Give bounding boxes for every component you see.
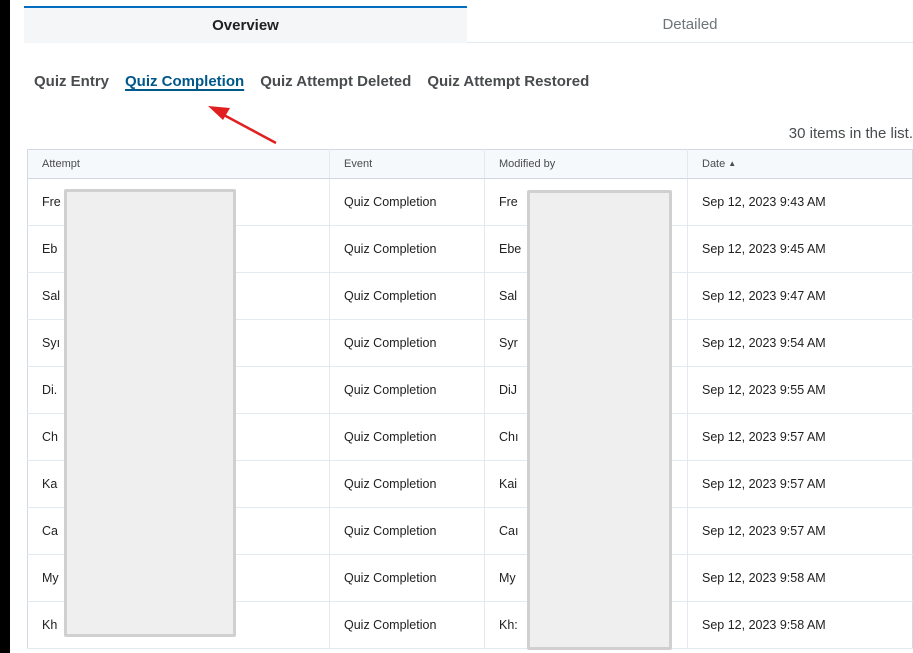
- cell-event: Quiz Completion: [329, 460, 485, 508]
- table-header-row: Attempt Event Modified by Date ▲: [27, 149, 913, 179]
- cell-event: Quiz Completion: [329, 319, 485, 367]
- cell-date: Sep 12, 2023 9:54 AM: [687, 319, 913, 367]
- cell-event: Quiz Completion: [329, 178, 485, 226]
- header-modified-by[interactable]: Modified by: [484, 149, 688, 179]
- cell-date: Sep 12, 2023 9:58 AM: [687, 601, 913, 649]
- redaction-overlay-attempt: [64, 189, 236, 637]
- cell-date: Sep 12, 2023 9:47 AM: [687, 272, 913, 320]
- subtab-quiz-attempt-restored[interactable]: Quiz Attempt Restored: [427, 73, 589, 90]
- cell-event: Quiz Completion: [329, 413, 485, 461]
- header-date[interactable]: Date ▲: [687, 149, 913, 179]
- cell-date: Sep 12, 2023 9:57 AM: [687, 507, 913, 555]
- cell-date: Sep 12, 2023 9:55 AM: [687, 366, 913, 414]
- cell-date: Sep 12, 2023 9:58 AM: [687, 554, 913, 602]
- header-attempt[interactable]: Attempt: [27, 149, 330, 179]
- cell-event: Quiz Completion: [329, 272, 485, 320]
- cell-date: Sep 12, 2023 9:43 AM: [687, 178, 913, 226]
- page: Overview Detailed Quiz Entry Quiz Comple…: [10, 0, 913, 653]
- cell-date: Sep 12, 2023 9:57 AM: [687, 413, 913, 461]
- cell-event: Quiz Completion: [329, 601, 485, 649]
- cell-event: Quiz Completion: [329, 507, 485, 555]
- annotation-arrow-icon: [208, 106, 277, 145]
- sort-ascending-icon: ▲: [728, 159, 737, 168]
- cell-event: Quiz Completion: [329, 225, 485, 273]
- cell-event: Quiz Completion: [329, 366, 485, 414]
- cell-date: Sep 12, 2023 9:57 AM: [687, 460, 913, 508]
- redaction-overlay-modified-by: [527, 190, 672, 650]
- list-count: 30 items in the list.: [788, 125, 913, 142]
- tab-detailed[interactable]: Detailed: [467, 6, 913, 43]
- cell-date: Sep 12, 2023 9:45 AM: [687, 225, 913, 273]
- header-event[interactable]: Event: [329, 149, 485, 179]
- header-date-label: Date: [702, 158, 726, 170]
- cell-event: Quiz Completion: [329, 554, 485, 602]
